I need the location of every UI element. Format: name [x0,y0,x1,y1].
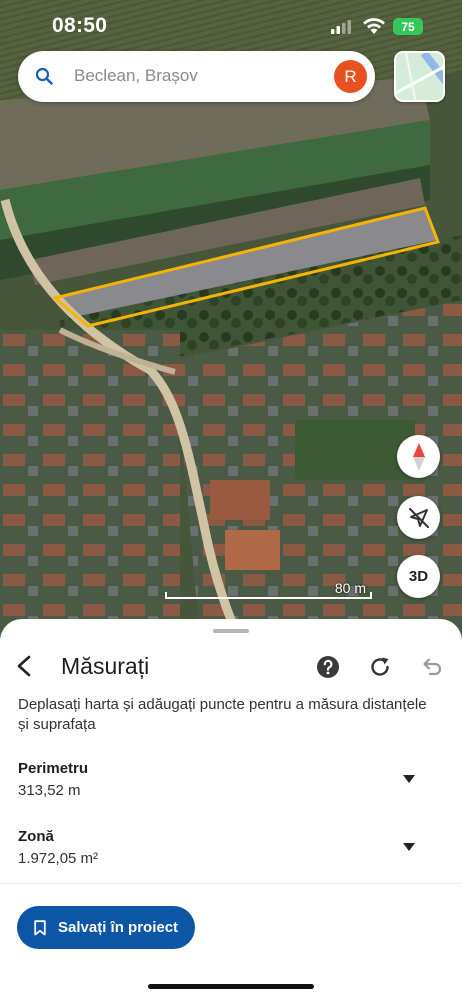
measure-sheet: Măsurați Deplasați harta și adăugați pun… [0,619,462,999]
map-thumbnail-icon [396,53,443,100]
divider [0,883,462,884]
chevron-down-icon[interactable] [402,774,416,784]
avatar-letter: R [344,66,357,86]
search-input[interactable] [74,59,314,93]
battery-level: 75 [401,19,415,34]
search-icon [35,67,53,85]
undo-icon[interactable] [420,655,444,679]
area-value: 1.972,05 m² [18,850,99,867]
perimeter-row[interactable]: Perimetru 313,52 m [0,760,462,810]
location-off-icon [408,507,429,528]
save-button-label: Salvați în proiect [58,919,179,936]
status-bar: 08:50 75 [0,0,462,50]
status-time: 08:50 [52,14,108,37]
map-scale-bar: 80 m [165,580,372,602]
wifi-icon [363,18,385,34]
area-label: Zonă [18,828,54,845]
perimeter-value: 313,52 m [18,782,81,799]
sheet-header: Măsurați [0,645,462,689]
back-icon[interactable] [14,655,34,677]
redo-icon[interactable] [368,655,392,679]
view-3d-button[interactable]: 3D [397,555,440,598]
home-indicator[interactable] [148,984,314,989]
perimeter-label: Perimetru [18,760,89,777]
area-row[interactable]: Zonă 1.972,05 m² [0,828,462,878]
search-bar[interactable]: R [18,51,375,102]
chevron-down-icon[interactable] [402,842,416,852]
map-layers-button[interactable] [394,51,445,102]
save-to-project-button[interactable]: Salvați în proiect [17,906,195,949]
battery-icon: 75 [393,18,423,35]
compass-icon [412,442,425,471]
satellite-map[interactable]: 08:50 75 R [0,0,462,640]
sheet-drag-handle[interactable] [213,629,249,633]
instruction-text: Deplasați harta și adăugați puncte pentr… [18,696,427,733]
account-avatar[interactable]: R [334,60,367,93]
page-title: Măsurați [61,653,150,679]
help-icon[interactable] [316,655,340,679]
compass-button[interactable] [397,435,440,478]
scale-bar-line [165,592,372,599]
signal-icon [331,20,351,34]
my-location-button[interactable] [397,496,440,539]
bookmark-icon [34,919,46,935]
